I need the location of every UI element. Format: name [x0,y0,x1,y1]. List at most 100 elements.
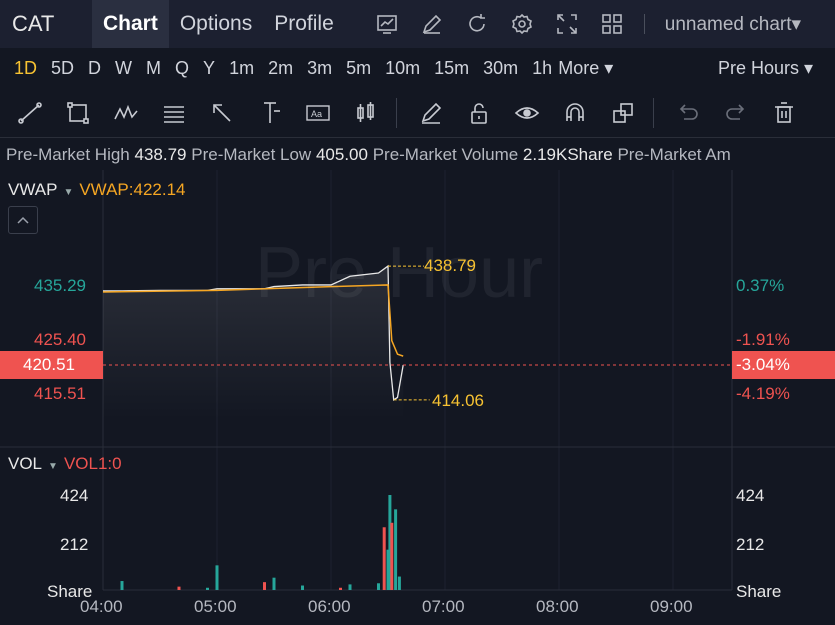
volume-bar [397,576,401,590]
timeframe-w[interactable]: W [115,58,132,79]
trash-icon[interactable] [770,99,798,127]
timeframe-bar: 1D 5D D W M Q Y 1m 2m 3m 5m 10m 15m 30m … [0,48,835,88]
premarket-volume-value: 2.19KShare [522,145,613,164]
toolbar-divider [643,14,645,34]
volume-axis-label: 424 [736,486,765,505]
layout-grid-icon[interactable] [600,12,624,36]
top-bar: CAT Chart Options Profile unnamed chart▾ [0,0,835,48]
timeframe-2m[interactable]: 2m [268,58,293,79]
timeframe-d[interactable]: D [88,58,101,79]
tab-chart[interactable]: Chart [92,0,169,48]
rectangle-tool-icon[interactable] [64,99,92,127]
percent-axis-label: -1.91% [736,330,790,349]
timeframe-3m[interactable]: 3m [307,58,332,79]
vwap-indicator-legend[interactable]: VWAP ▼ VWAP:422.14 [8,180,186,200]
magnet-icon[interactable] [561,99,589,127]
current-percent-badge: -3.04% [732,351,835,379]
caret-down-icon[interactable]: ▼ [48,461,58,472]
brush-icon[interactable] [417,99,445,127]
current-price-badge: 420.51 [0,351,103,379]
low-marker-label: 414.06 [432,391,484,410]
percent-axis-label: -4.19% [736,384,790,403]
toolbar-divider [396,97,397,128]
more-timeframes-dropdown[interactable]: More ▾ [558,58,613,79]
refresh-icon[interactable] [465,12,489,36]
premarket-info-bar: Pre-Market High 438.79 Pre-Market Low 40… [0,140,835,170]
volume-bar [215,565,219,590]
volume-bar [348,584,352,590]
tab-profile[interactable]: Profile [263,0,345,48]
session-watermark: Pre Hour [255,233,544,313]
volume-bar [377,583,380,590]
collapse-button[interactable] [8,206,38,234]
price-axis-label: 415.51 [34,384,86,403]
drawing-toolbar: Aa [0,88,835,138]
candle-tool-icon[interactable] [352,99,380,127]
fib-tool-icon[interactable] [160,99,188,127]
caret-down-icon[interactable]: ▼ [63,187,73,198]
price-axis-label: 425.40 [34,330,86,349]
time-axis-label: 04:00 [80,597,123,616]
chevron-up-icon [17,216,29,224]
volume-bar [382,527,386,590]
premarket-low-label: Pre-Market Low [191,145,312,164]
premarket-high-label: Pre-Market High [6,145,130,164]
pattern-tool-icon[interactable] [112,99,140,127]
high-marker-label: 438.79 [424,256,476,275]
premarket-volume-label: Pre-Market Volume [372,145,519,164]
percent-axis-label: 0.37% [736,276,785,295]
toolbar-divider [653,97,654,128]
volume-bar [206,587,209,590]
settings-gear-icon[interactable] [510,12,534,36]
timeframe-q[interactable]: Q [175,58,189,79]
price-axis-label: 435.29 [34,276,86,295]
timeframe-15m[interactable]: 15m [434,58,469,79]
vwap-value: VWAP:422.14 [79,180,186,199]
volume-axis-label: 424 [60,486,89,505]
measure-tool-icon[interactable] [256,99,284,127]
vol-value: VOL1:0 [63,454,122,473]
timeframe-1m[interactable]: 1m [229,58,254,79]
trend-line-icon[interactable] [16,99,44,127]
time-axis-label: 08:00 [536,597,579,616]
arrow-tool-icon[interactable] [208,99,236,127]
copy-icon[interactable] [609,99,637,127]
tab-options[interactable]: Options [169,0,263,48]
lock-icon[interactable] [465,99,493,127]
undo-icon[interactable] [674,99,702,127]
text-tool-icon[interactable]: Aa [304,99,332,127]
volume-bar [272,577,276,590]
draw-pencil-icon[interactable] [420,12,444,36]
time-axis-label: 06:00 [308,597,351,616]
symbol-label[interactable]: CAT [0,11,92,37]
volume-axis-label: 212 [736,535,765,554]
premarket-high-value: 438.79 [134,145,187,164]
volume-bar [394,509,398,590]
visibility-eye-icon[interactable] [513,99,541,127]
timeframe-m[interactable]: M [146,58,161,79]
volume-bar [390,522,394,590]
chart-type-icon[interactable] [375,12,399,36]
chart-name-dropdown[interactable]: unnamed chart▾ [665,13,801,36]
timeframe-5m[interactable]: 5m [346,58,371,79]
timeframe-1h[interactable]: 1h [532,58,552,79]
time-axis-label: 07:00 [422,597,465,616]
vol-indicator-legend[interactable]: VOL ▼ VOL1:0 [8,454,122,474]
session-dropdown[interactable]: Pre Hours ▾ [718,58,813,79]
timeframe-10m[interactable]: 10m [385,58,420,79]
volume-axis-unit: Share [736,582,782,601]
volume-bar [301,585,304,590]
volume-bar [120,581,124,590]
indicator-name: VOL [8,454,43,473]
fullscreen-icon[interactable] [555,12,579,36]
timeframe-30m[interactable]: 30m [483,58,518,79]
volume-bar [263,582,266,590]
timeframe-y[interactable]: Y [203,58,215,79]
premarket-amount-label: Pre-Market Am [617,145,731,164]
time-axis-label: 05:00 [194,597,237,616]
volume-bar [177,586,181,590]
volume-bar [339,587,342,590]
timeframe-1d[interactable]: 1D [14,58,37,79]
timeframe-5d[interactable]: 5D [51,58,74,79]
redo-icon[interactable] [722,99,750,127]
